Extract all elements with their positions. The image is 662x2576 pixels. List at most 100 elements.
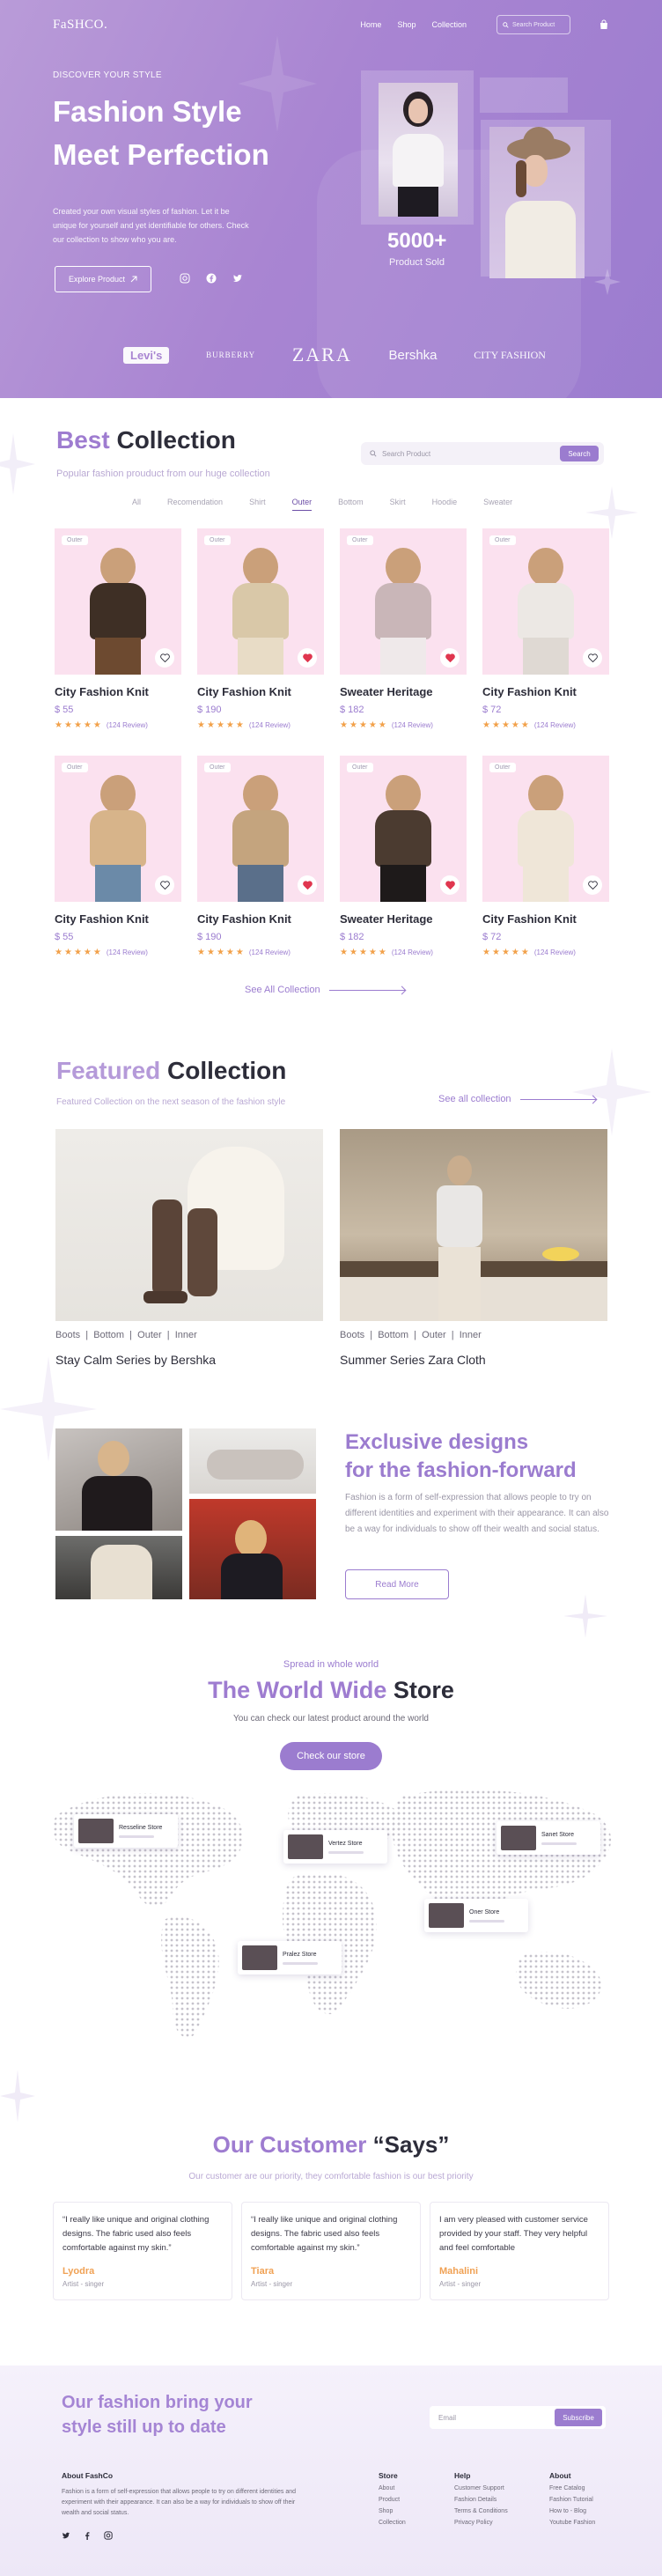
product-image[interactable]: Outer — [340, 528, 467, 675]
product-price: $ 55 — [55, 932, 74, 942]
review-count: (124 Review) — [248, 721, 291, 729]
filter-hoodie[interactable]: Hoodie — [432, 498, 458, 511]
store-card[interactable]: Vertez Store — [283, 1830, 387, 1864]
email-field[interactable]: Email Subscribe — [430, 2406, 606, 2429]
footer-link[interactable]: Privacy Policy — [454, 2520, 508, 2526]
explore-product-button[interactable]: Explore Product — [55, 266, 151, 292]
product-card[interactable]: Outer City Fashion Knit $ 72 ★ ★ ★ ★ ★ (124 Revi… — [482, 528, 609, 730]
product-rating: ★ ★ ★ ★ ★ (124 Review) — [55, 948, 181, 957]
filter-bottom[interactable]: Bottom — [338, 498, 364, 511]
logo[interactable]: FaSHCO. — [53, 18, 107, 33]
footer-column-title: Help — [454, 2471, 471, 2480]
subscribe-button[interactable]: Subscribe — [555, 2409, 602, 2426]
footer-link[interactable]: Product — [379, 2497, 406, 2503]
footer-link[interactable]: Collection — [379, 2520, 406, 2526]
footer-link[interactable]: Fashion Tutorial — [549, 2497, 595, 2503]
footer-column-help: Help Customer Support Fashion Details Te… — [454, 2471, 508, 2526]
favorite-button[interactable] — [440, 875, 460, 895]
instagram-icon[interactable] — [104, 2531, 113, 2540]
product-name[interactable]: Sweater Heritage — [340, 912, 467, 926]
facebook-icon[interactable] — [206, 273, 217, 284]
filter-recommendation[interactable]: Recomendation — [167, 498, 223, 511]
review-count: (124 Review) — [391, 948, 433, 956]
filter-shirt[interactable]: Shirt — [249, 498, 266, 511]
product-image[interactable]: Outer — [55, 756, 181, 902]
favorite-button[interactable] — [155, 875, 174, 895]
heart-icon — [159, 881, 170, 889]
product-name[interactable]: City Fashion Knit — [197, 912, 324, 926]
store-meta-line — [328, 1850, 364, 1854]
hero-title: Fashion Style Meet Perfection — [53, 90, 370, 176]
model-figure — [375, 810, 431, 867]
product-image[interactable]: Outer — [197, 756, 324, 902]
product-card[interactable]: Outer Sweater Heritage $ 182 ★ ★ ★ ★ ★ (124 Revi… — [340, 756, 467, 957]
product-image[interactable]: Outer — [197, 528, 324, 675]
testimonial-name: Tiara — [251, 2266, 275, 2277]
testimonial-name: Mahalini — [439, 2266, 479, 2277]
product-card[interactable]: Outer City Fashion Knit $ 72 ★ ★ ★ ★ ★ (124 Revi… — [482, 756, 609, 957]
arrow-right-icon — [519, 1098, 596, 1100]
filter-outer[interactable]: Outer — [291, 498, 313, 511]
product-image[interactable]: Outer — [340, 756, 467, 902]
favorite-button[interactable] — [298, 875, 317, 895]
featured-tags-2: Boots | Bottom | Outer | Inner — [340, 1330, 482, 1340]
product-image[interactable]: Outer — [55, 528, 181, 675]
favorite-button[interactable] — [155, 648, 174, 668]
product-name[interactable]: City Fashion Knit — [482, 912, 609, 926]
facebook-icon[interactable] — [83, 2531, 92, 2540]
twitter-icon[interactable] — [232, 273, 243, 284]
footer-link[interactable]: Customer Support — [454, 2485, 508, 2491]
see-all-collection-link[interactable]: See All Collection — [245, 985, 405, 995]
footer-link[interactable]: Shop — [379, 2508, 406, 2514]
twitter-icon[interactable] — [62, 2531, 70, 2540]
star-icon: ★ — [197, 948, 205, 957]
nav-search-input[interactable]: Search Product — [496, 15, 570, 34]
product-name[interactable]: City Fashion Knit — [55, 685, 181, 698]
footer-link[interactable]: How to - Blog — [549, 2508, 595, 2514]
featured-name-2[interactable]: Summer Series Zara Cloth — [340, 1353, 486, 1367]
featured-image-2[interactable] — [340, 1129, 607, 1321]
nav-link-home[interactable]: Home — [360, 20, 381, 29]
product-card[interactable]: Outer City Fashion Knit $ 190 ★ ★ ★ ★ ★ (124 Rev… — [197, 756, 324, 957]
product-card[interactable]: Outer City Fashion Knit $ 55 ★ ★ ★ ★ ★ (124 Revi… — [55, 528, 181, 730]
check-store-button[interactable]: Check our store — [280, 1742, 382, 1770]
product-search-button[interactable]: Search — [560, 446, 599, 461]
filter-sweater[interactable]: Sweater — [483, 498, 512, 511]
footer-link[interactable]: Free Catalog — [549, 2485, 595, 2491]
product-name[interactable]: Sweater Heritage — [340, 685, 467, 698]
filter-skirt[interactable]: Skirt — [390, 498, 406, 511]
store-card[interactable]: Pralez Store — [238, 1941, 342, 1974]
product-search-input[interactable]: Search Product Search — [361, 442, 604, 465]
product-name[interactable]: City Fashion Knit — [197, 685, 324, 698]
nav-link-shop[interactable]: Shop — [397, 20, 416, 29]
featured-image-1[interactable] — [55, 1129, 323, 1321]
footer-link[interactable]: Fashion Details — [454, 2497, 508, 2503]
shopping-bag-icon[interactable] — [599, 19, 609, 30]
product-card[interactable]: Outer City Fashion Knit $ 55 ★ ★ ★ ★ ★ (124 Revi… — [55, 756, 181, 957]
store-card[interactable]: Sanet Store — [496, 1821, 600, 1855]
nav-link-collection[interactable]: Collection — [431, 20, 467, 29]
instagram-icon[interactable] — [180, 273, 190, 284]
footer-link[interactable]: About — [379, 2485, 406, 2491]
footer-link[interactable]: Terms & Conditions — [454, 2508, 508, 2514]
product-image[interactable]: Outer — [482, 528, 609, 675]
footer-about: About FashCo Fashion is a form of self-e… — [62, 2471, 308, 2540]
product-image[interactable]: Outer — [482, 756, 609, 902]
product-card[interactable]: Outer City Fashion Knit $ 190 ★ ★ ★ ★ ★ (124 Rev… — [197, 528, 324, 730]
favorite-button[interactable] — [440, 648, 460, 668]
product-name[interactable]: City Fashion Knit — [55, 912, 181, 926]
filter-all[interactable]: All — [132, 498, 141, 511]
favorite-button[interactable] — [298, 648, 317, 668]
store-name: Sanet Store — [541, 1831, 574, 1838]
favorite-button[interactable] — [583, 875, 602, 895]
product-card[interactable]: Outer Sweater Heritage $ 182 ★ ★ ★ ★ ★ (124 Revi… — [340, 528, 467, 730]
store-card[interactable]: Resseline Store — [74, 1814, 178, 1848]
store-card[interactable]: Oner Store — [424, 1899, 528, 1932]
featured-see-all-link[interactable]: See all collection — [438, 1094, 596, 1104]
store-name: Vertez Store — [328, 1840, 363, 1847]
read-more-button[interactable]: Read More — [345, 1569, 449, 1599]
footer-link[interactable]: Youtube Fashion — [549, 2520, 595, 2526]
product-rating: ★ ★ ★ ★ ★ (124 Review) — [197, 720, 324, 730]
favorite-button[interactable] — [583, 648, 602, 668]
product-name[interactable]: City Fashion Knit — [482, 685, 609, 698]
